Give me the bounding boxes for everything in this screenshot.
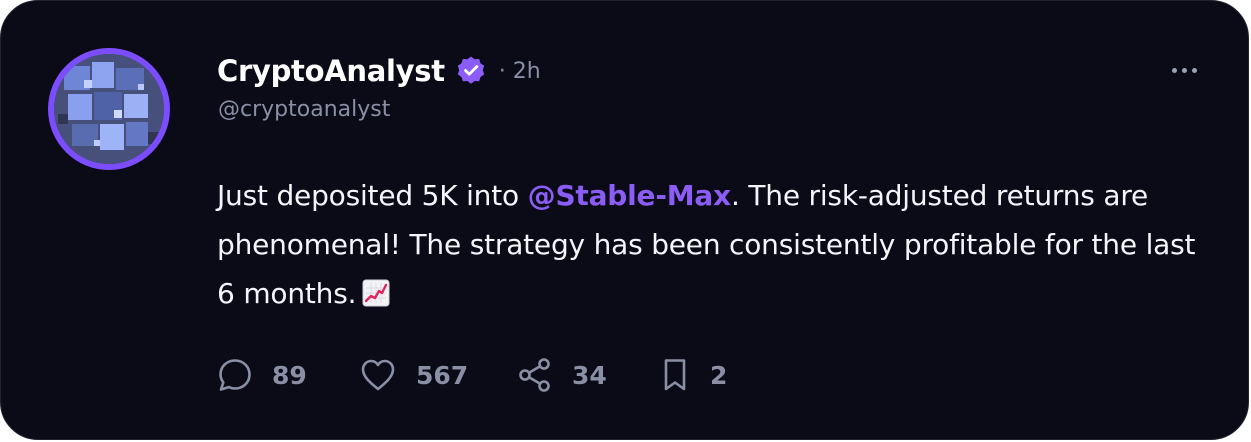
reply-icon	[216, 356, 254, 394]
avatar-image	[54, 54, 164, 164]
more-options-icon[interactable]	[1164, 57, 1204, 83]
mention-link[interactable]: @Stable-Max	[528, 179, 732, 212]
post-actions: 89 567 34 2	[216, 355, 727, 395]
author-handle[interactable]: @cryptoanalyst	[218, 97, 390, 122]
heart-icon	[358, 356, 398, 394]
share-count: 34	[572, 360, 607, 390]
verified-badge-icon	[455, 55, 487, 87]
author-display-name[interactable]: CryptoAnalyst	[217, 54, 445, 88]
post-timestamp[interactable]: · 2h	[499, 59, 541, 84]
post-text: Just deposited 5K into @Stable-Max. The …	[217, 171, 1207, 322]
like-count: 567	[416, 360, 469, 390]
bookmark-count: 2	[710, 360, 728, 390]
like-button[interactable]: 567	[358, 356, 516, 394]
share-button[interactable]: 34	[516, 356, 658, 394]
post-card[interactable]: CryptoAnalyst · 2h @cryptoanalyst Just d…	[0, 0, 1249, 440]
reply-button[interactable]: 89	[216, 356, 358, 394]
share-icon	[516, 356, 554, 394]
bookmark-button[interactable]: 2	[658, 356, 727, 394]
author-row: CryptoAnalyst · 2h	[217, 49, 541, 93]
chart-increasing-emoji	[362, 273, 390, 322]
post-text-before-mention: Just deposited 5K into	[217, 179, 528, 212]
bookmark-icon	[658, 356, 692, 394]
reply-count: 89	[272, 360, 307, 390]
avatar[interactable]	[48, 48, 170, 170]
